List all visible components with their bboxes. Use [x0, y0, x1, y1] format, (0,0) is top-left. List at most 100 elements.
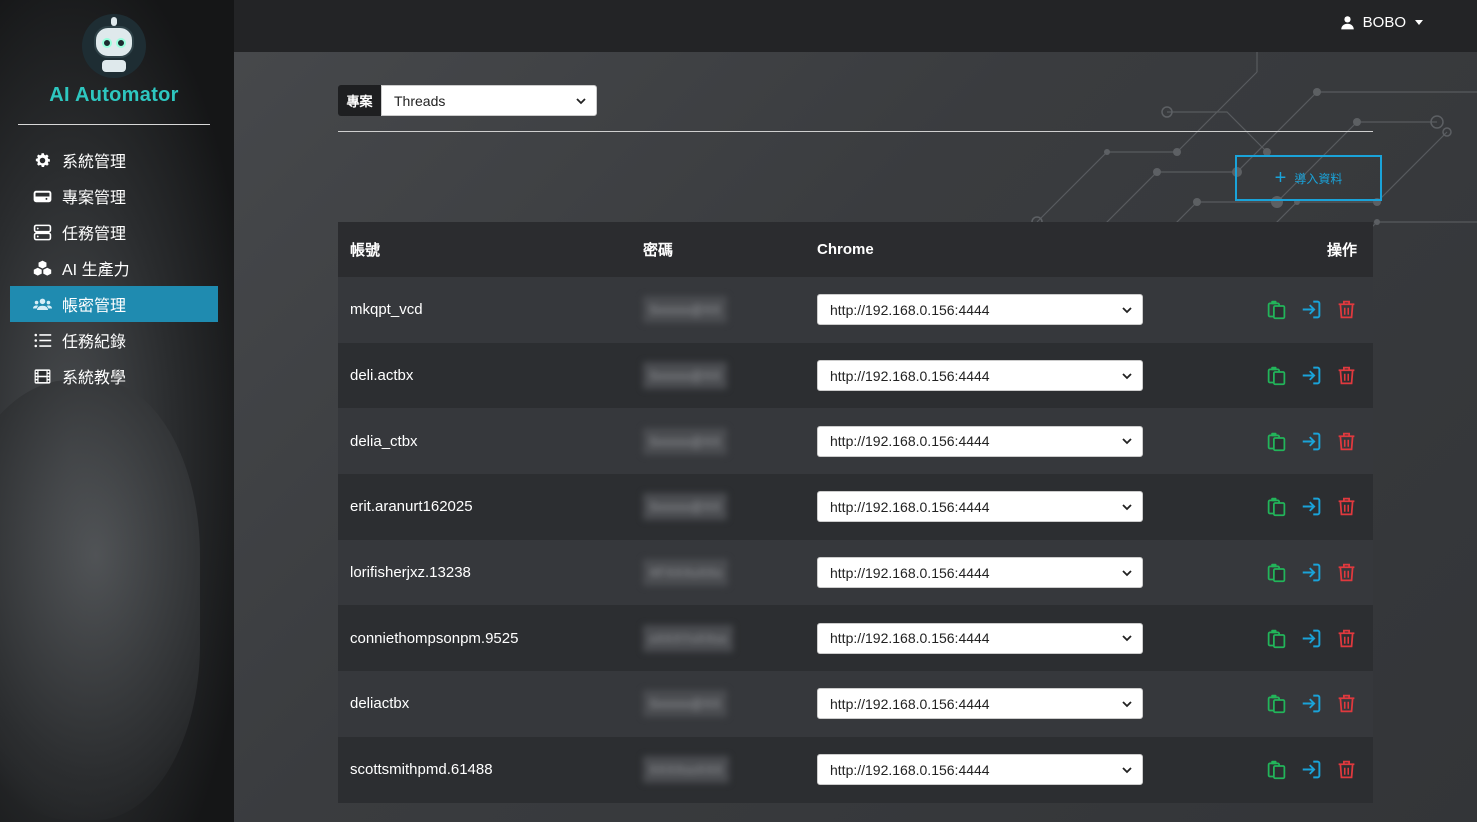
copy-icon[interactable] — [1266, 496, 1287, 517]
copy-icon[interactable] — [1266, 693, 1287, 714]
sidebar-item-label: 專案管理 — [62, 190, 127, 207]
chrome-cell: http://192.168.0.156:4444 — [805, 294, 1205, 326]
actions-cell — [1205, 299, 1373, 320]
account-cell: deliactbx — [350, 695, 410, 713]
trash-icon[interactable] — [1336, 693, 1357, 714]
login-icon[interactable] — [1301, 562, 1322, 583]
actions-cell — [1205, 431, 1373, 452]
chrome-select[interactable]: http://192.168.0.156:4444 — [817, 754, 1143, 786]
password-cell: xXXXYxXXxx — [643, 624, 734, 652]
login-icon[interactable] — [1301, 431, 1322, 452]
chrome-cell: http://192.168.0.156:4444 — [805, 754, 1205, 786]
chrome-cell: http://192.168.0.156:4444 — [805, 622, 1205, 654]
account-cell: lorifisherjxz.13238 — [350, 564, 471, 582]
caret-down-icon — [1415, 20, 1423, 25]
trash-icon[interactable] — [1336, 299, 1357, 320]
password-cell-wrap: XXXXxxXXX — [631, 756, 805, 784]
main-content: 專案 Threads + 導入資料 帳號 密碼 Chrome 操作 mkqpt_… — [234, 52, 1477, 822]
login-icon[interactable] — [1301, 693, 1322, 714]
sidebar-item-tasks[interactable]: 任務管理 — [10, 214, 218, 250]
actions-cell — [1205, 496, 1373, 517]
hdd-icon — [32, 186, 52, 206]
chrome-select-value: http://192.168.0.156:4444 — [830, 498, 990, 515]
trash-icon[interactable] — [1336, 496, 1357, 517]
logo[interactable]: AI Automator — [0, 14, 228, 107]
copy-icon[interactable] — [1266, 759, 1287, 780]
project-select[interactable]: Threads — [381, 85, 597, 116]
copy-icon[interactable] — [1266, 299, 1287, 320]
sidebar-item-label: 系統管理 — [62, 154, 127, 171]
sidebar-item-task-log[interactable]: 任務紀錄 — [10, 322, 218, 358]
header-account: 帳號 — [350, 242, 381, 259]
chrome-select[interactable]: http://192.168.0.156:4444 — [817, 622, 1143, 654]
copy-icon[interactable] — [1266, 628, 1287, 649]
chrome-select-value: http://192.168.0.156:4444 — [830, 301, 990, 318]
chevron-down-icon — [1122, 701, 1132, 708]
password-cell: XFXXXxXXx — [643, 559, 728, 587]
table-row: erit.aranurt162025 Sxxxxx@XX http://192.… — [338, 474, 1373, 540]
password-cell: Sxxxxx@XX — [643, 427, 727, 455]
copy-icon[interactable] — [1266, 365, 1287, 386]
chevron-down-icon — [1122, 569, 1132, 576]
copy-icon[interactable] — [1266, 562, 1287, 583]
chrome-cell: http://192.168.0.156:4444 — [805, 557, 1205, 589]
trash-icon[interactable] — [1336, 759, 1357, 780]
password-cell: Sxxxxx@XX — [643, 362, 727, 390]
chrome-select-value: http://192.168.0.156:4444 — [830, 630, 990, 647]
chevron-down-icon — [1122, 307, 1132, 314]
table-row: mkqpt_vcd Sxxxxx@XX http://192.168.0.156… — [338, 277, 1373, 343]
chrome-select[interactable]: http://192.168.0.156:4444 — [817, 491, 1143, 523]
account-cell: conniethompsonpm.9525 — [350, 629, 519, 647]
password-cell-wrap: Sxxxxx@XX — [631, 493, 805, 521]
import-data-label: 導入資料 — [1294, 171, 1343, 186]
robot-logo-icon — [82, 14, 146, 78]
chrome-cell: http://192.168.0.156:4444 — [805, 360, 1205, 392]
sidebar-item-tutorial[interactable]: 系統教學 — [10, 358, 218, 394]
sidebar-item-system[interactable]: 系統管理 — [10, 142, 218, 178]
header-actions: 操作 — [1326, 242, 1357, 259]
actions-cell — [1205, 365, 1373, 386]
chrome-select[interactable]: http://192.168.0.156:4444 — [817, 425, 1143, 457]
login-icon[interactable] — [1301, 365, 1322, 386]
chrome-select[interactable]: http://192.168.0.156:4444 — [817, 688, 1143, 720]
actions-cell — [1205, 628, 1373, 649]
table-row: deli.actbx Sxxxxx@XX http://192.168.0.15… — [338, 342, 1373, 409]
sidebar-item-accounts[interactable]: 帳密管理 — [10, 286, 218, 322]
plus-icon: + — [1274, 167, 1287, 189]
chrome-select[interactable]: http://192.168.0.156:4444 — [817, 360, 1143, 392]
actions-cell — [1205, 693, 1373, 714]
table-body: mkqpt_vcd Sxxxxx@XX http://192.168.0.156… — [338, 277, 1373, 803]
trash-icon[interactable] — [1336, 365, 1357, 386]
project-select-value: Threads — [394, 92, 446, 109]
chevron-down-icon — [576, 97, 586, 104]
project-selector: 專案 Threads — [338, 85, 597, 116]
password-cell: Sxxxxx@XX — [643, 296, 727, 324]
sidebar-divider — [18, 124, 210, 125]
import-data-button[interactable]: + 導入資料 — [1235, 155, 1382, 201]
sidebar-item-label: 任務紀錄 — [62, 334, 127, 351]
chevron-down-icon — [1122, 767, 1132, 773]
table-row: conniethompsonpm.9525 xXXXYxXXxx http://… — [338, 605, 1373, 672]
login-icon[interactable] — [1301, 628, 1322, 649]
sidebar-item-label: 系統教學 — [62, 370, 127, 387]
login-icon[interactable] — [1301, 496, 1322, 517]
sidebar-item-ai-productivity[interactable]: AI 生產力 — [10, 250, 218, 286]
sidebar-item-label: AI 生產力 — [62, 262, 130, 279]
sidebar-item-label: 任務管理 — [62, 226, 127, 243]
chrome-cell: http://192.168.0.156:4444 — [805, 491, 1205, 523]
trash-icon[interactable] — [1336, 431, 1357, 452]
chrome-select[interactable]: http://192.168.0.156:4444 — [817, 557, 1143, 589]
login-icon[interactable] — [1301, 759, 1322, 780]
sidebar-item-projects[interactable]: 專案管理 — [10, 178, 218, 214]
password-cell-wrap: XFXXXxXXx — [631, 559, 805, 587]
trash-icon[interactable] — [1336, 562, 1357, 583]
chrome-select[interactable]: http://192.168.0.156:4444 — [817, 294, 1143, 326]
user-menu[interactable]: BOBO — [1340, 14, 1423, 31]
chrome-select-value: http://192.168.0.156:4444 — [830, 695, 990, 712]
copy-icon[interactable] — [1266, 431, 1287, 452]
trash-icon[interactable] — [1336, 628, 1357, 649]
login-icon[interactable] — [1301, 299, 1322, 320]
user-icon — [1340, 16, 1354, 30]
chevron-down-icon — [1122, 438, 1132, 445]
password-cell-wrap: Sxxxxx@XX — [631, 427, 805, 455]
